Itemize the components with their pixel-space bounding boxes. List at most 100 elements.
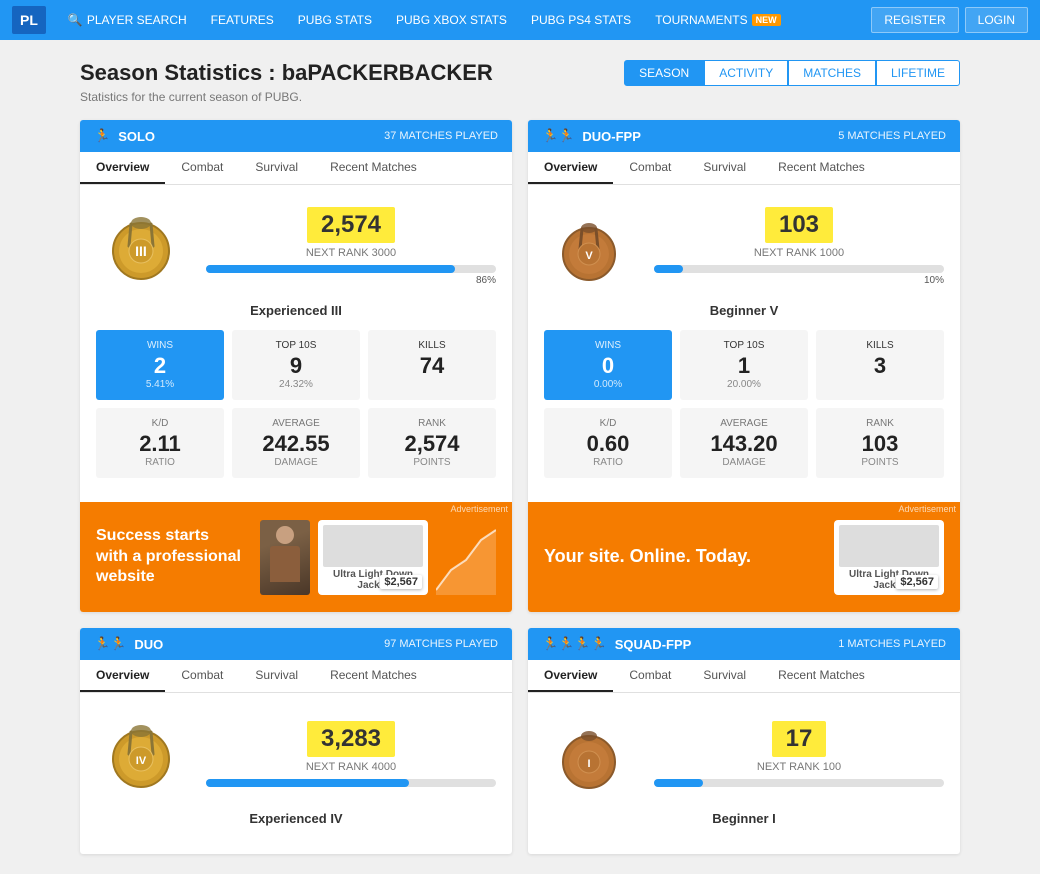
solo-ad-chart	[436, 520, 496, 595]
solo-kills-label: KILLS	[380, 340, 484, 351]
duo-fpp-ad-banner: Advertisement Your site. Online. Today. …	[528, 502, 960, 612]
nav-item-pubg-xbox-stats[interactable]: PUBG XBOX STATS	[386, 7, 517, 33]
solo-tab-recent-matches[interactable]: Recent Matches	[314, 152, 433, 184]
squad-fpp-rank-name: Beginner I	[544, 811, 944, 826]
duo-fpp-title: DUO-FPP	[582, 129, 641, 144]
nav-item-pubg-ps4-stats[interactable]: PUBG PS4 STATS	[521, 7, 641, 33]
solo-tab-overview[interactable]: Overview	[80, 152, 165, 184]
solo-ad-banner: Advertisement Success starts with a prof…	[80, 502, 512, 612]
section-header-solo-left: 🏃 SOLO	[94, 128, 155, 144]
duo-fpp-wins-value: 0	[556, 353, 660, 379]
duo-fpp-ad-text: Your site. Online. Today.	[544, 545, 818, 568]
duo-fpp-kills-value: 3	[828, 353, 932, 379]
duo-tab-recent-matches[interactable]: Recent Matches	[314, 660, 433, 692]
squad-fpp-tab-combat[interactable]: Combat	[613, 660, 687, 692]
tab-lifetime[interactable]: LIFETIME	[876, 60, 960, 86]
duo-inner-tabs: Overview Combat Survival Recent Matches	[80, 660, 512, 693]
solo-tab-combat[interactable]: Combat	[165, 152, 239, 184]
svg-text:I: I	[587, 758, 590, 770]
squad-fpp-tab-recent-matches[interactable]: Recent Matches	[762, 660, 881, 692]
tab-activity[interactable]: ACTIVITY	[704, 60, 788, 86]
nav-item-player-search[interactable]: 🔍 PLAYER SEARCH	[58, 7, 197, 33]
duo-fpp-kills-cell: KILLS 3	[816, 330, 944, 400]
duo-fpp-tab-overview[interactable]: Overview	[528, 152, 613, 184]
section-header-duo-left: 🏃🏃 DUO	[94, 636, 163, 652]
solo-rank-name: Experienced III	[96, 303, 496, 318]
section-header-solo: 🏃 SOLO 37 MATCHES PLAYED	[80, 120, 512, 152]
duo-fpp-rank-icon: V	[544, 201, 634, 291]
solo-ad-price: $2,567	[380, 575, 422, 589]
solo-damage-value: 242.55	[244, 431, 348, 457]
section-header-squad-fpp: 🏃🏃🏃🏃 SQUAD-FPP 1 MATCHES PLAYED	[528, 628, 960, 660]
squad-fpp-rank-row: I 17 NEXT RANK 100	[544, 709, 944, 799]
solo-wins-value: 2	[108, 353, 212, 379]
nav-item-features[interactable]: FEATURES	[201, 7, 284, 33]
duo-fpp-stats-body: V 103 NEXT RANK 1000 10% Beginner V	[528, 185, 960, 502]
duo-fpp-rank-score: 103	[765, 207, 833, 243]
solo-wins-cell: WINS 2 5.41%	[96, 330, 224, 400]
duo-fpp-ad-price: $2,567	[896, 575, 938, 589]
duo-tab-overview[interactable]: Overview	[80, 660, 165, 692]
squad-fpp-rank-icon: I	[544, 709, 634, 799]
solo-rank-row: III 2,574 NEXT RANK 3000 86%	[96, 201, 496, 291]
solo-kills-cell: KILLS 74	[368, 330, 496, 400]
duo-fpp-ad-content: Your site. Online. Today. Ultra Light Do…	[528, 512, 960, 603]
section-header-duo-fpp-left: 🏃🏃 DUO-FPP	[542, 128, 641, 144]
svg-text:IV: IV	[136, 755, 147, 767]
duo-fpp-stats-row2: K/D 0.60 RATIO AVERAGE 143.20 DAMAGE RAN…	[544, 408, 944, 478]
squad-fpp-tab-survival[interactable]: Survival	[687, 660, 762, 692]
duo-fpp-top10s-value: 1	[692, 353, 796, 379]
duo-fpp-rank-bar	[654, 265, 944, 273]
squad-fpp-rank-bar-fill	[654, 779, 703, 787]
solo-rank-cell: RANK 2,574 POINTS	[368, 408, 496, 478]
solo-damage-label: DAMAGE	[244, 457, 348, 468]
duo-matches-played: 97 MATCHES PLAYED	[384, 638, 498, 650]
squad-fpp-title: SQUAD-FPP	[615, 637, 692, 652]
nav-item-tournaments[interactable]: TOURNAMENTS NEW	[645, 7, 790, 33]
solo-kd-ratio-label: RATIO	[108, 457, 212, 468]
solo-wins-label: WINS	[108, 340, 212, 351]
solo-tab-survival[interactable]: Survival	[239, 152, 314, 184]
solo-ad-mockup: Ultra Light Down Jacket $2,567	[318, 520, 428, 595]
duo-fpp-rank-bar-pct: 10%	[654, 275, 944, 286]
solo-rank-points-value: 2,574	[380, 431, 484, 457]
login-button[interactable]: LOGIN	[965, 7, 1028, 33]
duo-stats-body: IV 3,283 NEXT RANK 4000 Experienced IV	[80, 693, 512, 854]
duo-title: DUO	[134, 637, 163, 652]
duo-tab-combat[interactable]: Combat	[165, 660, 239, 692]
logo[interactable]: PL	[12, 6, 46, 34]
duo-fpp-ad-screen	[839, 525, 939, 567]
duo-fpp-tab-survival[interactable]: Survival	[687, 152, 762, 184]
tab-matches[interactable]: MATCHES	[788, 60, 876, 86]
nav-item-pubg-stats[interactable]: PUBG STATS	[288, 7, 382, 33]
duo-fpp-avg-label: AVERAGE	[692, 418, 796, 429]
register-button[interactable]: REGISTER	[871, 7, 958, 33]
section-header-squad-fpp-left: 🏃🏃🏃🏃 SQUAD-FPP	[542, 636, 691, 652]
squad-fpp-icon: 🏃🏃🏃🏃	[542, 636, 607, 652]
duo-fpp-tab-combat[interactable]: Combat	[613, 152, 687, 184]
solo-ad-screen	[323, 525, 423, 567]
duo-icon: 🏃🏃	[94, 636, 126, 652]
duo-fpp-wins-label: WINS	[556, 340, 660, 351]
solo-points-label: POINTS	[380, 457, 484, 468]
tab-season[interactable]: SEASON	[624, 60, 704, 86]
section-squad-fpp: 🏃🏃🏃🏃 SQUAD-FPP 1 MATCHES PLAYED Overview…	[528, 628, 960, 854]
duo-fpp-rank-label: RANK	[828, 418, 932, 429]
solo-stats-row2: K/D 2.11 RATIO AVERAGE 242.55 DAMAGE RAN…	[96, 408, 496, 478]
solo-top10s-value: 9	[244, 353, 348, 379]
duo-fpp-inner-tabs: Overview Combat Survival Recent Matches	[528, 152, 960, 185]
duo-fpp-top10s-label: TOP 10S	[692, 340, 796, 351]
duo-tab-survival[interactable]: Survival	[239, 660, 314, 692]
duo-fpp-damage-label: DAMAGE	[692, 457, 796, 468]
duo-fpp-kd-ratio-label: RATIO	[556, 457, 660, 468]
duo-fpp-tab-recent-matches[interactable]: Recent Matches	[762, 152, 881, 184]
duo-fpp-rank-name: Beginner V	[544, 303, 944, 318]
solo-stats-row1: WINS 2 5.41% TOP 10S 9 24.32% KILLS 74	[96, 330, 496, 400]
solo-rank-bar-pct: 86%	[206, 275, 496, 286]
squad-fpp-tab-overview[interactable]: Overview	[528, 660, 613, 692]
section-header-duo: 🏃🏃 DUO 97 MATCHES PLAYED	[80, 628, 512, 660]
section-duo-fpp: 🏃🏃 DUO-FPP 5 MATCHES PLAYED Overview Com…	[528, 120, 960, 612]
solo-kills-value: 74	[380, 353, 484, 379]
solo-rank-icon: III	[96, 201, 186, 291]
solo-rank-bar	[206, 265, 496, 273]
